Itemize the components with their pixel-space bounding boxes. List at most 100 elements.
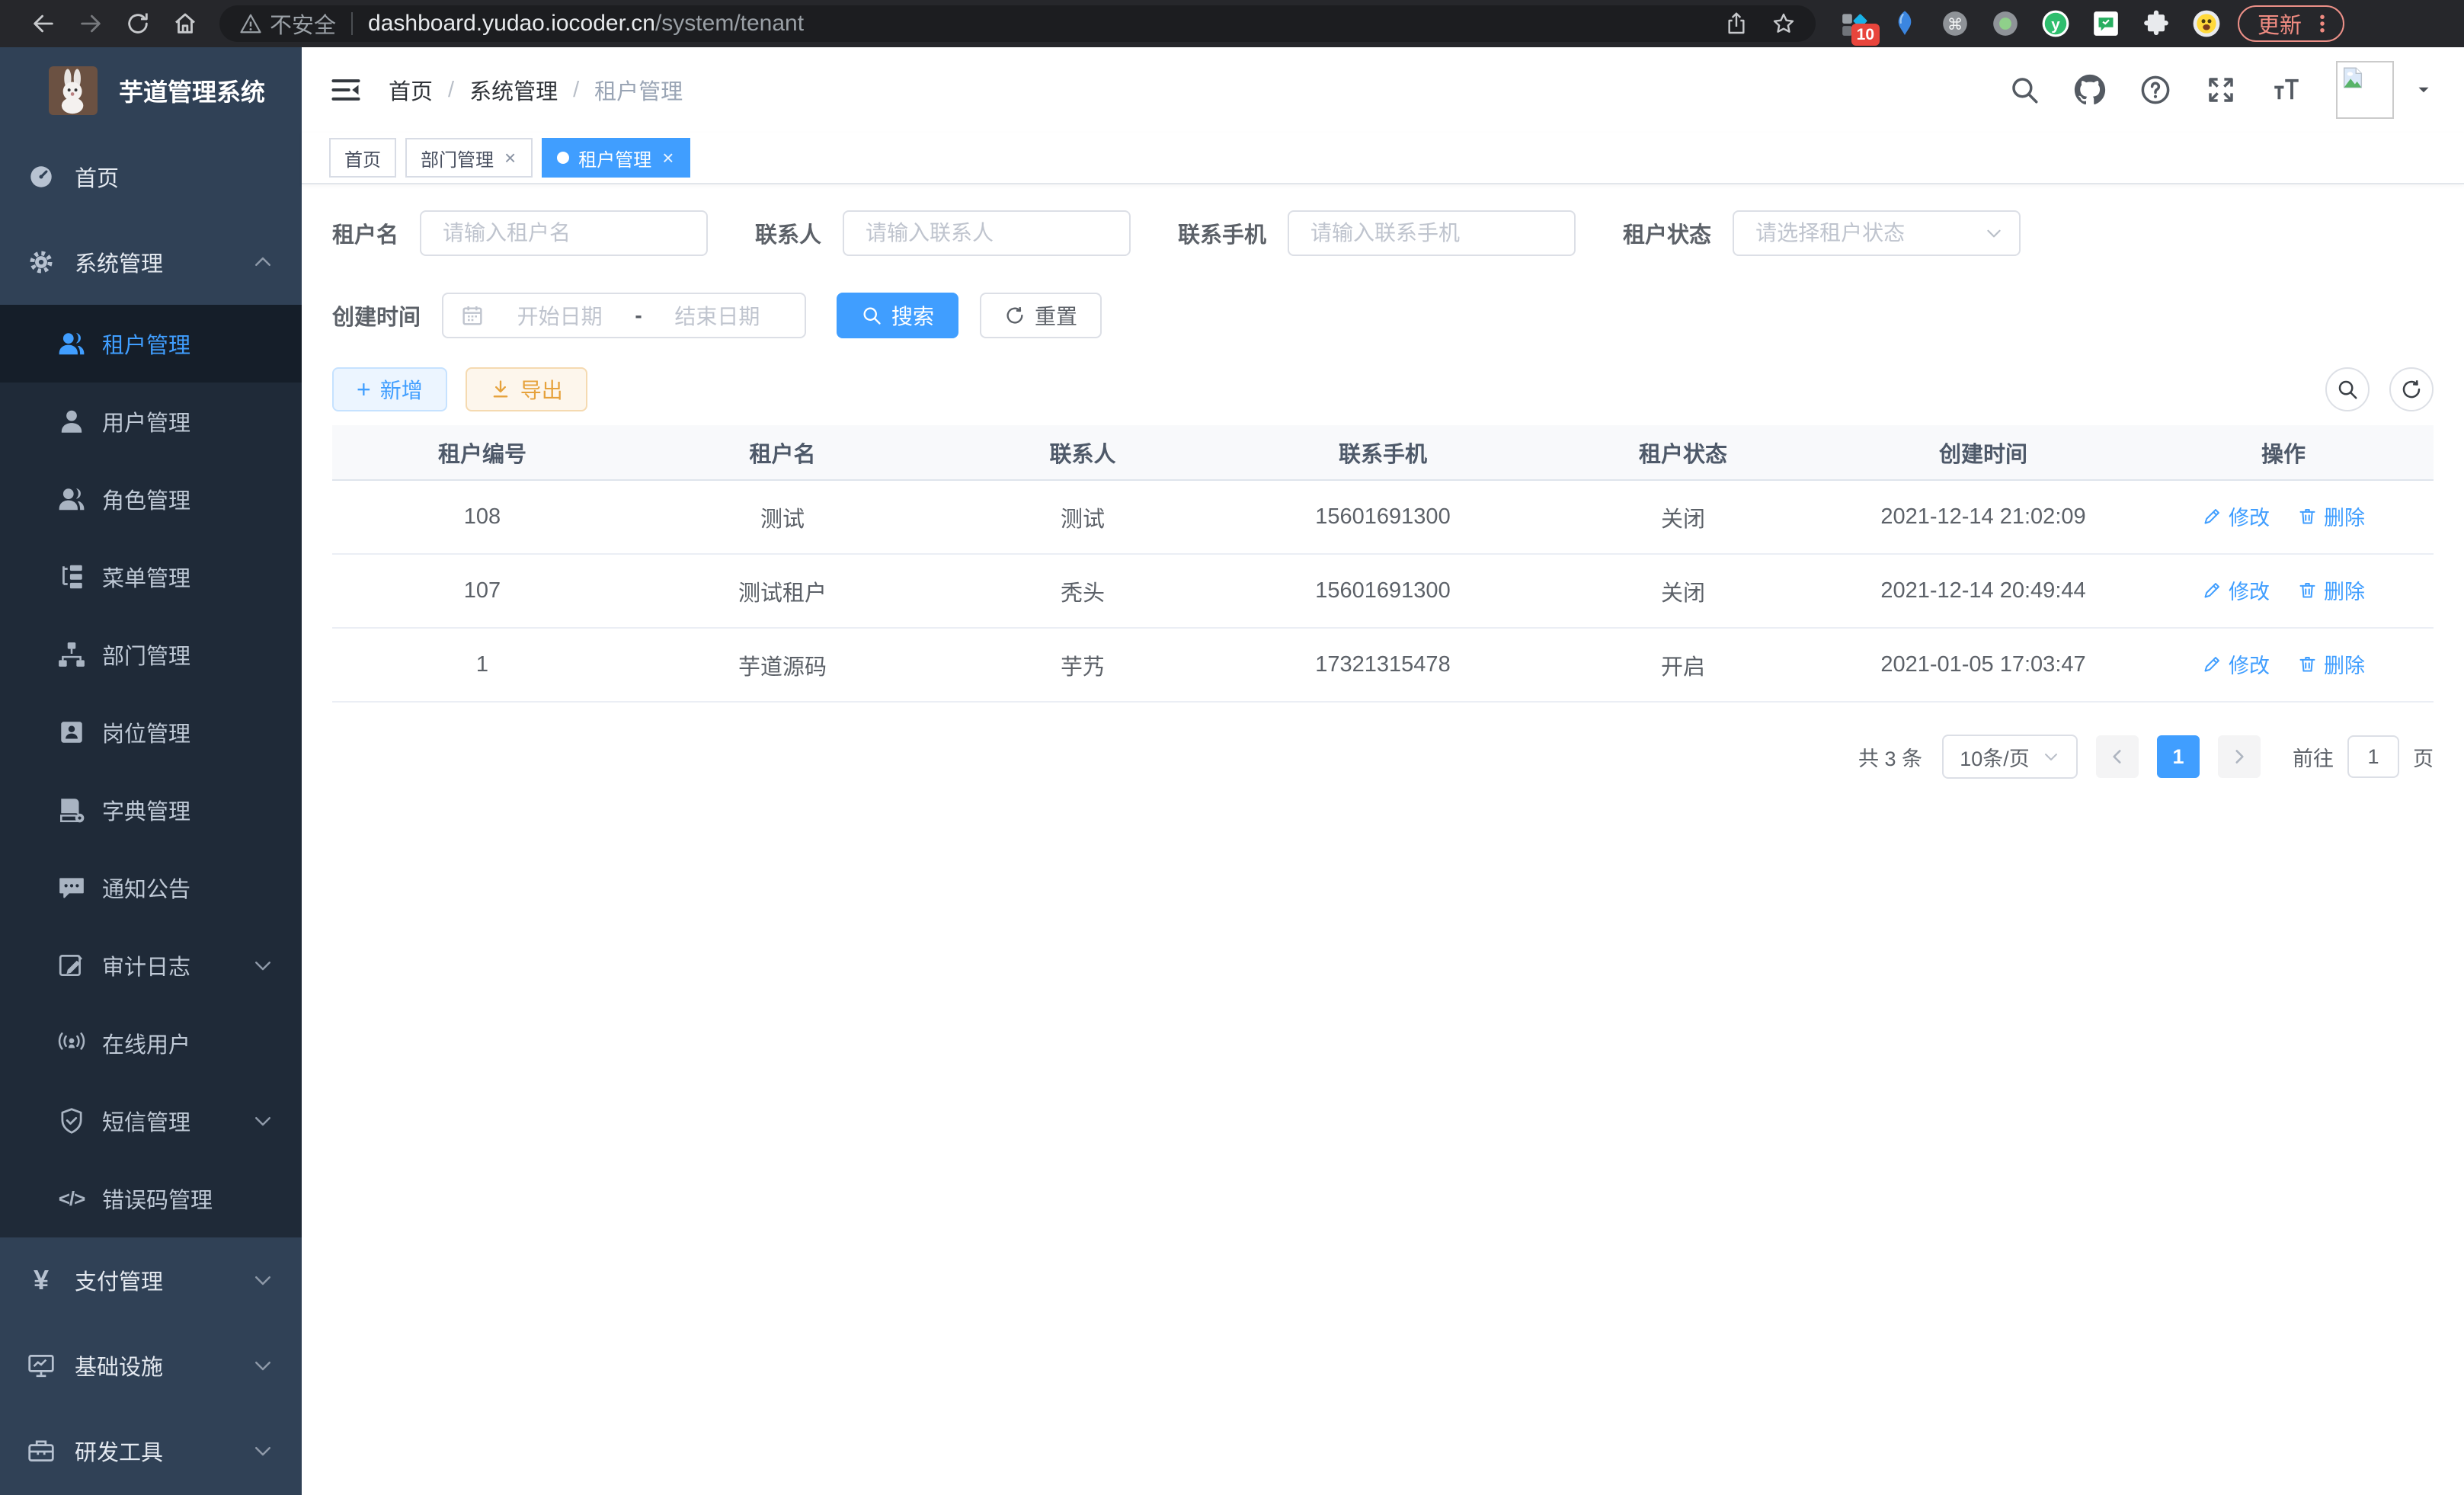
edit-link[interactable]: 修改 xyxy=(2202,501,2270,531)
extension-tabs-icon[interactable]: 10 xyxy=(1838,8,1870,40)
delete-label: 删除 xyxy=(2324,575,2365,605)
sidebar-item-system[interactable]: 系统管理 xyxy=(0,219,302,305)
status-select-input[interactable] xyxy=(1733,210,2021,256)
sidebar-toggle-icon[interactable] xyxy=(329,73,363,107)
search-button[interactable]: 搜索 xyxy=(837,293,958,338)
sidebar-item-tenant[interactable]: 租户管理 xyxy=(0,305,302,383)
extensions-puzzle-icon[interactable] xyxy=(2140,8,2172,40)
dashboard-icon xyxy=(26,162,56,192)
reset-button[interactable]: 重置 xyxy=(980,293,1102,338)
cell-tenant-name: 芋道源码 xyxy=(632,628,933,702)
extension-chat-icon[interactable] xyxy=(2090,8,2122,40)
profile-avatar-icon[interactable] xyxy=(2190,8,2222,40)
url-host: dashboard.yudao.iocoder.cn xyxy=(368,11,655,36)
show-search-toggle-button[interactable] xyxy=(2325,367,2370,411)
address-bar[interactable]: 不安全 dashboard.yudao.iocoder.cn/system/te… xyxy=(219,5,1816,42)
cell-status: 关闭 xyxy=(1533,480,1833,554)
close-icon[interactable]: × xyxy=(661,148,675,168)
contact-mobile-input[interactable] xyxy=(1288,210,1576,256)
sidebar-item-payment[interactable]: ¥ 支付管理 xyxy=(0,1237,302,1323)
goto-page: 前往 页 xyxy=(2293,735,2434,778)
add-button-label: 新增 xyxy=(380,374,423,405)
sidebar-item-audit-log[interactable]: 审计日志 xyxy=(0,927,302,1004)
sidebar-item-sms[interactable]: 短信管理 xyxy=(0,1082,302,1160)
export-button[interactable]: 导出 xyxy=(466,367,587,411)
browser-reload-button[interactable] xyxy=(114,5,162,43)
sidebar-item-label: 研发工具 xyxy=(75,1435,163,1467)
browser-update-button[interactable]: 更新 xyxy=(2238,5,2344,42)
date-range-picker[interactable]: 开始日期 - 结束日期 xyxy=(442,293,806,338)
status-select[interactable] xyxy=(1733,210,2021,256)
security-label[interactable]: 不安全 xyxy=(270,8,336,40)
start-date-placeholder[interactable]: 开始日期 xyxy=(489,300,630,331)
goto-page-input[interactable] xyxy=(2347,735,2399,778)
extension-record-icon[interactable] xyxy=(1989,8,2021,40)
download-icon xyxy=(490,379,511,400)
browser-home-button[interactable] xyxy=(162,5,209,43)
sidebar-item-error-code[interactable]: </> 错误码管理 xyxy=(0,1160,302,1237)
sidebar-item-infra[interactable]: 基础设施 xyxy=(0,1323,302,1408)
edit-link[interactable]: 修改 xyxy=(2202,575,2270,605)
sidebar-item-post[interactable]: 岗位管理 xyxy=(0,693,302,771)
sidebar-item-notice[interactable]: 通知公告 xyxy=(0,849,302,927)
help-icon[interactable] xyxy=(2139,74,2171,106)
delete-link[interactable]: 删除 xyxy=(2297,575,2365,605)
tab-dept[interactable]: 部门管理 × xyxy=(405,138,533,178)
add-button[interactable]: + 新增 xyxy=(332,367,447,411)
prev-page-button[interactable] xyxy=(2096,735,2139,778)
field-label: 租户状态 xyxy=(1623,217,1711,249)
tags-view: 首页 部门管理 × 租户管理 × xyxy=(302,133,2464,184)
close-icon[interactable]: × xyxy=(503,148,517,168)
delete-link[interactable]: 删除 xyxy=(2297,501,2365,531)
field-label: 联系手机 xyxy=(1178,217,1266,249)
sidebar-item-dev-tools[interactable]: 研发工具 xyxy=(0,1408,302,1493)
tab-home[interactable]: 首页 xyxy=(329,138,396,178)
tab-tenant[interactable]: 租户管理 × xyxy=(542,138,690,178)
sidebar-item-dept[interactable]: 部门管理 xyxy=(0,616,302,693)
sidebar-item-home[interactable]: 首页 xyxy=(0,134,302,219)
caret-down-icon[interactable] xyxy=(2414,80,2434,100)
app-title: 芋道管理系统 xyxy=(119,73,265,108)
browser-back-button[interactable] xyxy=(20,5,67,43)
extension-yudao-icon[interactable]: y xyxy=(2040,8,2072,40)
avatar[interactable] xyxy=(2336,61,2394,119)
extension-balloon-icon[interactable] xyxy=(1889,8,1921,40)
search-icon[interactable] xyxy=(2008,74,2040,106)
table-row: 107 测试租户 秃头 15601691300 关闭 2021-12-14 20… xyxy=(332,554,2434,628)
refresh-table-button[interactable] xyxy=(2389,367,2434,411)
sidebar-item-online-users[interactable]: 在线用户 xyxy=(0,1004,302,1082)
delete-link[interactable]: 删除 xyxy=(2297,649,2365,679)
sidebar-item-user[interactable]: 用户管理 xyxy=(0,383,302,460)
breadcrumb-home[interactable]: 首页 xyxy=(389,74,433,106)
sidebar-item-label: 岗位管理 xyxy=(102,716,190,748)
pen-icon xyxy=(2202,580,2222,600)
cell-status: 开启 xyxy=(1533,628,1833,702)
trash-icon xyxy=(2297,654,2318,674)
tenant-name-input[interactable] xyxy=(420,210,708,256)
browser-forward-button[interactable] xyxy=(67,5,114,43)
end-date-placeholder[interactable]: 结束日期 xyxy=(647,300,788,331)
breadcrumb-current: 租户管理 xyxy=(594,74,683,106)
chevron-right-icon xyxy=(2229,747,2249,767)
next-page-button[interactable] xyxy=(2218,735,2261,778)
sidebar-item-dict[interactable]: 字典管理 xyxy=(0,771,302,849)
sidebar-item-role[interactable]: 角色管理 xyxy=(0,460,302,538)
bookmark-star-icon[interactable] xyxy=(1771,11,1796,36)
fullscreen-icon[interactable] xyxy=(2205,74,2237,106)
github-icon[interactable] xyxy=(2074,74,2106,106)
sidebar-item-menu[interactable]: 菜单管理 xyxy=(0,538,302,616)
sidebar-logo[interactable]: 芋道管理系统 xyxy=(0,47,302,134)
page-number-1[interactable]: 1 xyxy=(2157,735,2200,778)
contact-name-input[interactable] xyxy=(843,210,1131,256)
breadcrumb-system[interactable]: 系统管理 xyxy=(469,74,558,106)
page-size-select[interactable]: 10条/页 xyxy=(1942,735,2078,779)
browser-menu-dots-icon[interactable] xyxy=(2311,12,2334,35)
font-size-icon[interactable] xyxy=(2270,74,2302,106)
column-header: 操作 xyxy=(2133,425,2434,480)
trash-icon xyxy=(2297,580,2318,600)
share-icon[interactable] xyxy=(1724,11,1749,36)
edit-link[interactable]: 修改 xyxy=(2202,649,2270,679)
extension-command-icon[interactable]: ⌘ xyxy=(1939,8,1971,40)
column-header: 创建时间 xyxy=(1833,425,2133,480)
extensions-tray: 10 ⌘ y xyxy=(1838,8,2222,40)
